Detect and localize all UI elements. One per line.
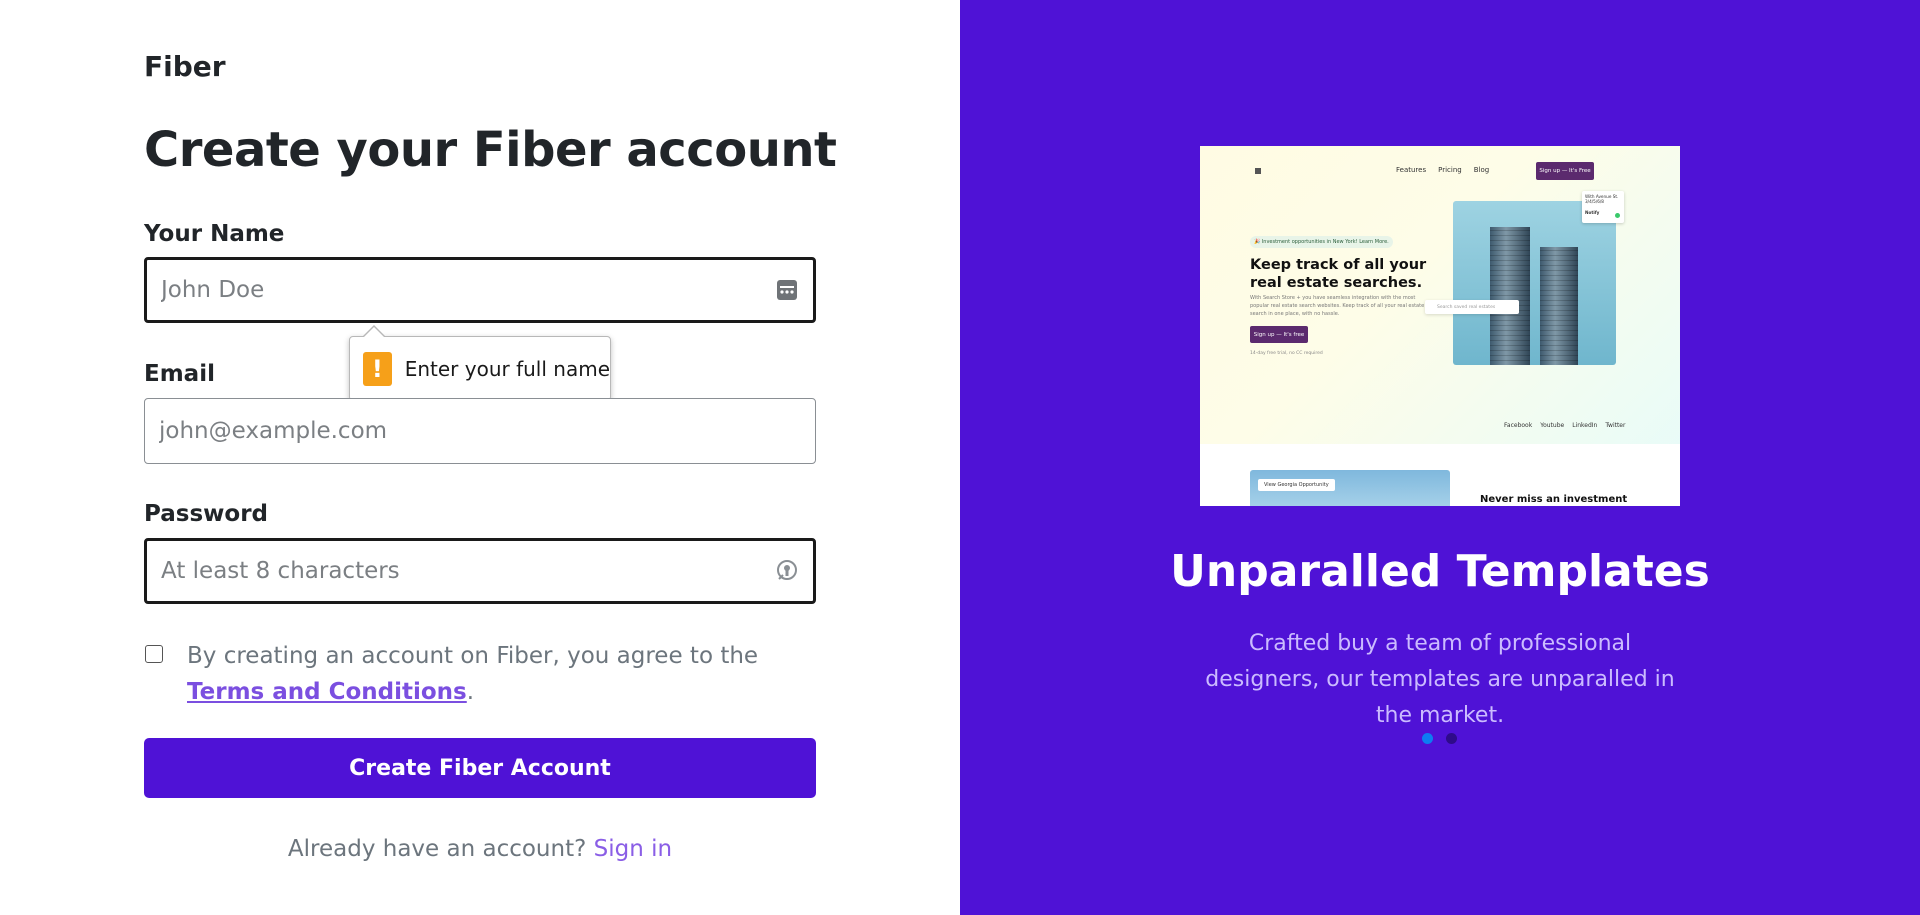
create-account-button[interactable]: Create Fiber Account (144, 738, 816, 798)
preview-link: Twitter (1605, 422, 1626, 429)
name-label: Your Name (144, 221, 285, 247)
preview-tower (1490, 227, 1530, 365)
autofill-icon[interactable] (775, 278, 799, 302)
preview-nav-button: Sign up — It's Free (1536, 162, 1594, 180)
preview-tag: View Georgia Opportunity (1258, 479, 1335, 491)
terms-checkbox[interactable] (145, 645, 163, 663)
promo-title: Unparalled Templates (1170, 546, 1710, 597)
preview-nav: Features Pricing Blog (1396, 166, 1489, 174)
brand-logo: Fiber (144, 50, 226, 83)
promo-subtitle: Crafted buy a team of professional desig… (1205, 631, 1675, 728)
preview-link: Facebook (1504, 422, 1533, 429)
signin-row: Already have an account? Sign in (0, 836, 960, 862)
terms-prefix: By creating an account on Fiber, you agr… (187, 643, 759, 669)
preview-link: LinkedIn (1572, 422, 1598, 429)
preview-description: With Search Store + you have seamless in… (1250, 295, 1425, 317)
preview-logo-icon (1255, 168, 1261, 174)
template-preview-image: Features Pricing Blog Sign up — It's Fre… (1200, 146, 1680, 506)
password-field-wrapper (144, 538, 816, 604)
preview-nav-item: Features (1396, 166, 1427, 174)
preview-social-links: Facebook Youtube LinkedIn Twitter (1504, 422, 1625, 429)
preview-badge: 🎉 Investment opportunities in New York! … (1250, 236, 1393, 248)
signin-prompt: Already have an account? (287, 836, 587, 862)
preview-status-dot (1615, 213, 1620, 218)
preview-nav-item: Blog (1473, 166, 1490, 174)
signin-link[interactable]: Sign in (594, 836, 672, 862)
name-input[interactable] (147, 260, 813, 320)
signup-panel: Fiber Create your Fiber account Your Nam… (0, 0, 960, 915)
password-key-icon[interactable] (775, 559, 799, 583)
warning-icon: ! (363, 351, 392, 386)
terms-link[interactable]: Terms and Conditions (187, 679, 467, 705)
carousel-dot-active[interactable] (1422, 733, 1433, 744)
preview-card-text: With Avenue St. 3/4/5/6/8 (1585, 194, 1619, 204)
tooltip-text: Enter your full name (404, 356, 610, 381)
preview-headline: Keep track of all your real estate searc… (1250, 257, 1427, 291)
terms-period: . (466, 679, 475, 705)
page-title: Create your Fiber account (144, 122, 837, 178)
password-input[interactable] (147, 541, 813, 601)
validation-tooltip: ! Enter your full name (349, 325, 611, 401)
email-input[interactable] (145, 399, 815, 463)
name-field-wrapper (144, 257, 816, 323)
preview-tower (1540, 247, 1578, 365)
preview-building-image (1453, 201, 1616, 365)
preview-footnote: 14-day free trial, no CC required (1250, 351, 1323, 356)
preview-cta: Sign up — It's free (1250, 326, 1308, 343)
preview-link: Youtube (1540, 422, 1565, 429)
preview-search: Search saved real estates (1425, 300, 1519, 314)
terms-text: By creating an account on Fiber, you agr… (187, 638, 807, 710)
carousel-dot[interactable] (1446, 733, 1457, 744)
preview-card: With Avenue St. 3/4/5/6/8 Notify (1582, 191, 1624, 223)
preview-nav-item: Pricing (1438, 166, 1462, 174)
carousel-dots (1422, 733, 1457, 744)
email-field-wrapper (144, 398, 816, 464)
preview-section-title: Never miss an investment (1480, 494, 1628, 505)
email-label: Email (144, 361, 215, 387)
promo-panel: Features Pricing Blog Sign up — It's Fre… (960, 0, 1920, 915)
password-label: Password (144, 501, 268, 527)
